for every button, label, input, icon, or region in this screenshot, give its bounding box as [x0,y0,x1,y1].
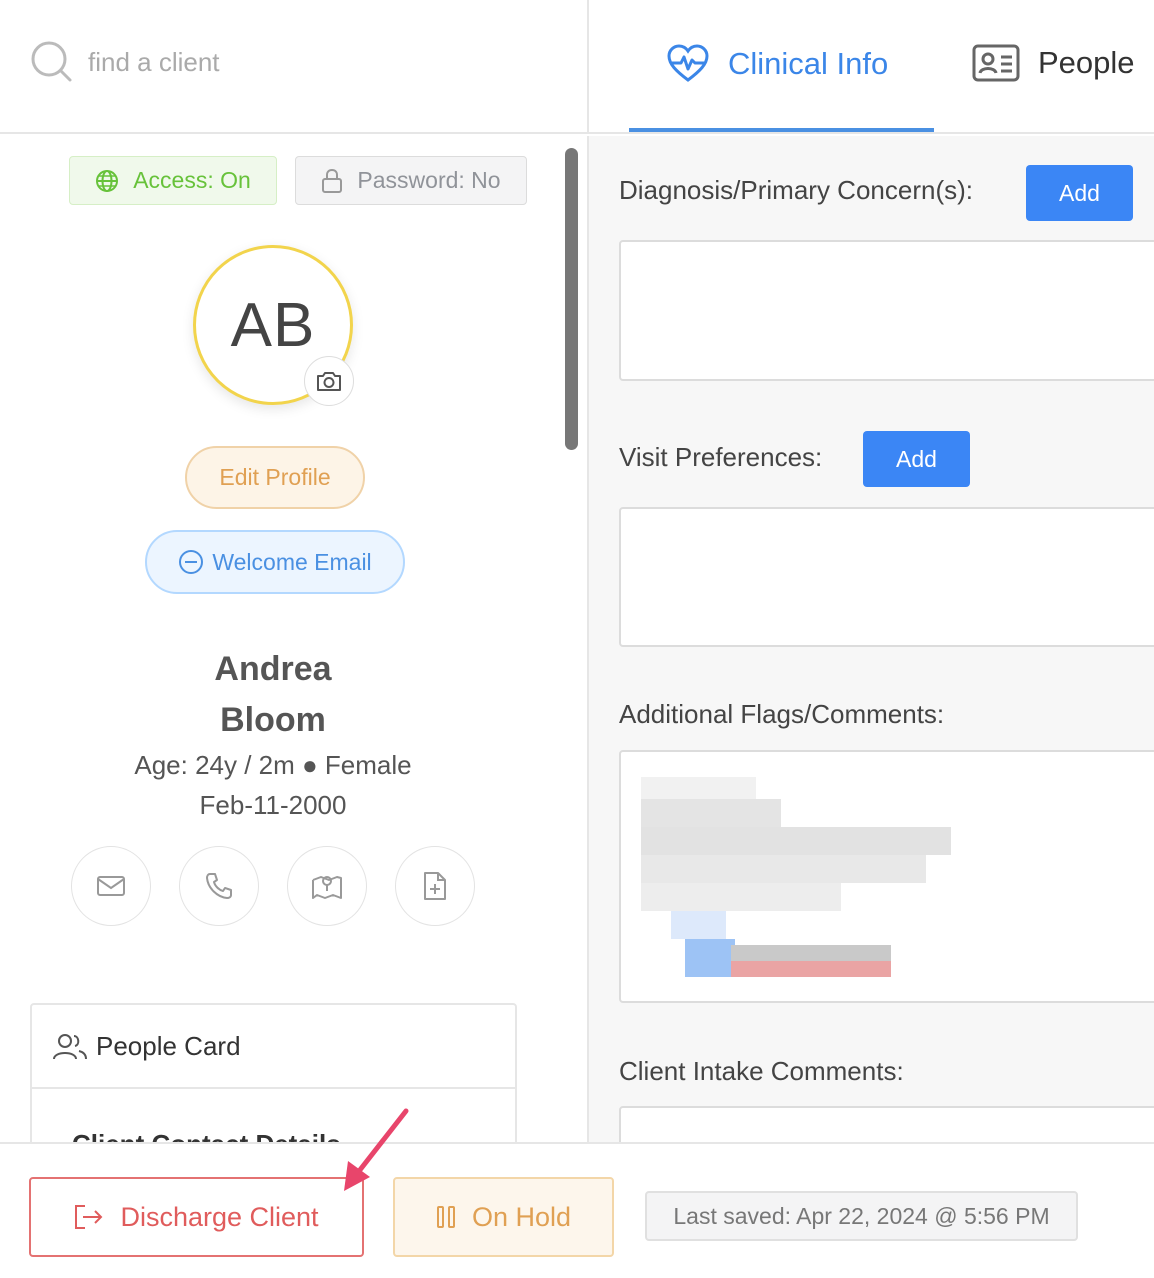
phone-icon [206,873,232,899]
annotation-arrow-icon [344,1108,409,1191]
camera-icon [317,372,341,391]
access-status-badge[interactable]: Access: On [69,156,277,205]
map-icon [312,876,342,899]
add-visit-preferences-label: Add [896,445,937,472]
pause-icon [436,1206,455,1228]
client-age-gender: Age: 24y / 2m ● Female [134,750,412,780]
welcome-email-button[interactable]: Welcome Email [145,530,405,594]
edit-profile-button[interactable]: Edit Profile [185,446,365,509]
people-card-header: People Card [32,1005,515,1089]
intake-comments-label: Client Intake Comments: [619,1056,904,1086]
diagnosis-box[interactable] [619,240,1154,381]
people-card-title: People Card [96,1030,241,1061]
password-status-label: Password: No [357,167,501,193]
add-document-button[interactable] [395,846,475,926]
flags-comments-box[interactable] [619,750,1154,1003]
exit-icon [75,1205,103,1229]
search-input[interactable] [88,46,388,78]
tab-clinical-info[interactable]: Clinical Info [666,44,888,84]
clinical-info-panel: Diagnosis/Primary Concern(s): Add Visit … [589,136,1154,1142]
visit-preferences-label: Visit Preferences: [619,442,823,472]
heart-pulse-icon [667,44,709,82]
client-map-button[interactable] [287,846,367,926]
people-icon [53,1034,87,1060]
lock-icon [322,168,343,193]
email-client-button[interactable] [71,846,151,926]
call-client-button[interactable] [179,846,259,926]
add-diagnosis-button[interactable]: Add [1026,165,1133,221]
avatar-initials: AB [230,290,316,360]
on-hold-button[interactable]: On Hold [393,1177,614,1257]
visit-preferences-box[interactable] [619,507,1154,647]
last-saved-label: Last saved: Apr 22, 2024 @ 5:56 PM [673,1202,1050,1229]
flags-comments-label: Additional Flags/Comments: [619,699,945,729]
last-saved-status: Last saved: Apr 22, 2024 @ 5:56 PM [645,1191,1078,1241]
add-diagnosis-label: Add [1059,179,1100,206]
diagnosis-label: Diagnosis/Primary Concern(s): [619,175,973,205]
left-panel-scrollbar[interactable] [565,148,578,450]
welcome-email-label: Welcome Email [212,548,372,575]
active-tab-indicator [629,128,934,132]
contact-card-icon [972,44,1020,82]
client-first-name: Andrea [214,650,332,688]
document-add-icon [424,872,446,900]
action-bar: Discharge Client On Hold Last saved: Apr… [0,1142,1154,1278]
discharge-client-button[interactable]: Discharge Client [29,1177,364,1257]
client-summary-panel: Access: On Password: No AB Edit Profile [0,136,560,1142]
client-contact-details-heading: Client Contact Details [32,1089,515,1142]
client-last-name: Bloom [220,701,326,739]
search-icon [31,41,72,82]
access-status-label: Access: On [133,167,251,193]
edit-profile-label: Edit Profile [219,464,331,490]
tab-people[interactable]: People [972,44,1135,82]
minus-circle-icon [179,550,204,574]
change-photo-button[interactable] [304,356,354,406]
client-dob: Feb-11-2000 [199,790,347,820]
add-visit-preferences-button[interactable]: Add [863,431,970,487]
mail-icon [97,876,125,896]
password-status-badge[interactable]: Password: No [295,156,527,205]
discharge-client-label: Discharge Client [120,1201,319,1232]
intake-comments-box[interactable] [619,1106,1154,1142]
people-card: People Card Client Contact Details [30,1003,517,1142]
top-bar: Clinical Info People [0,0,1154,134]
search-bar[interactable] [30,40,388,84]
on-hold-label: On Hold [471,1201,572,1232]
tab-clinical-label: Clinical Info [728,46,889,81]
tab-people-label: People [1038,45,1135,80]
top-divider [587,0,589,134]
globe-icon [96,169,119,192]
client-profile-app: Clinical Info People Acce [0,0,1154,1278]
